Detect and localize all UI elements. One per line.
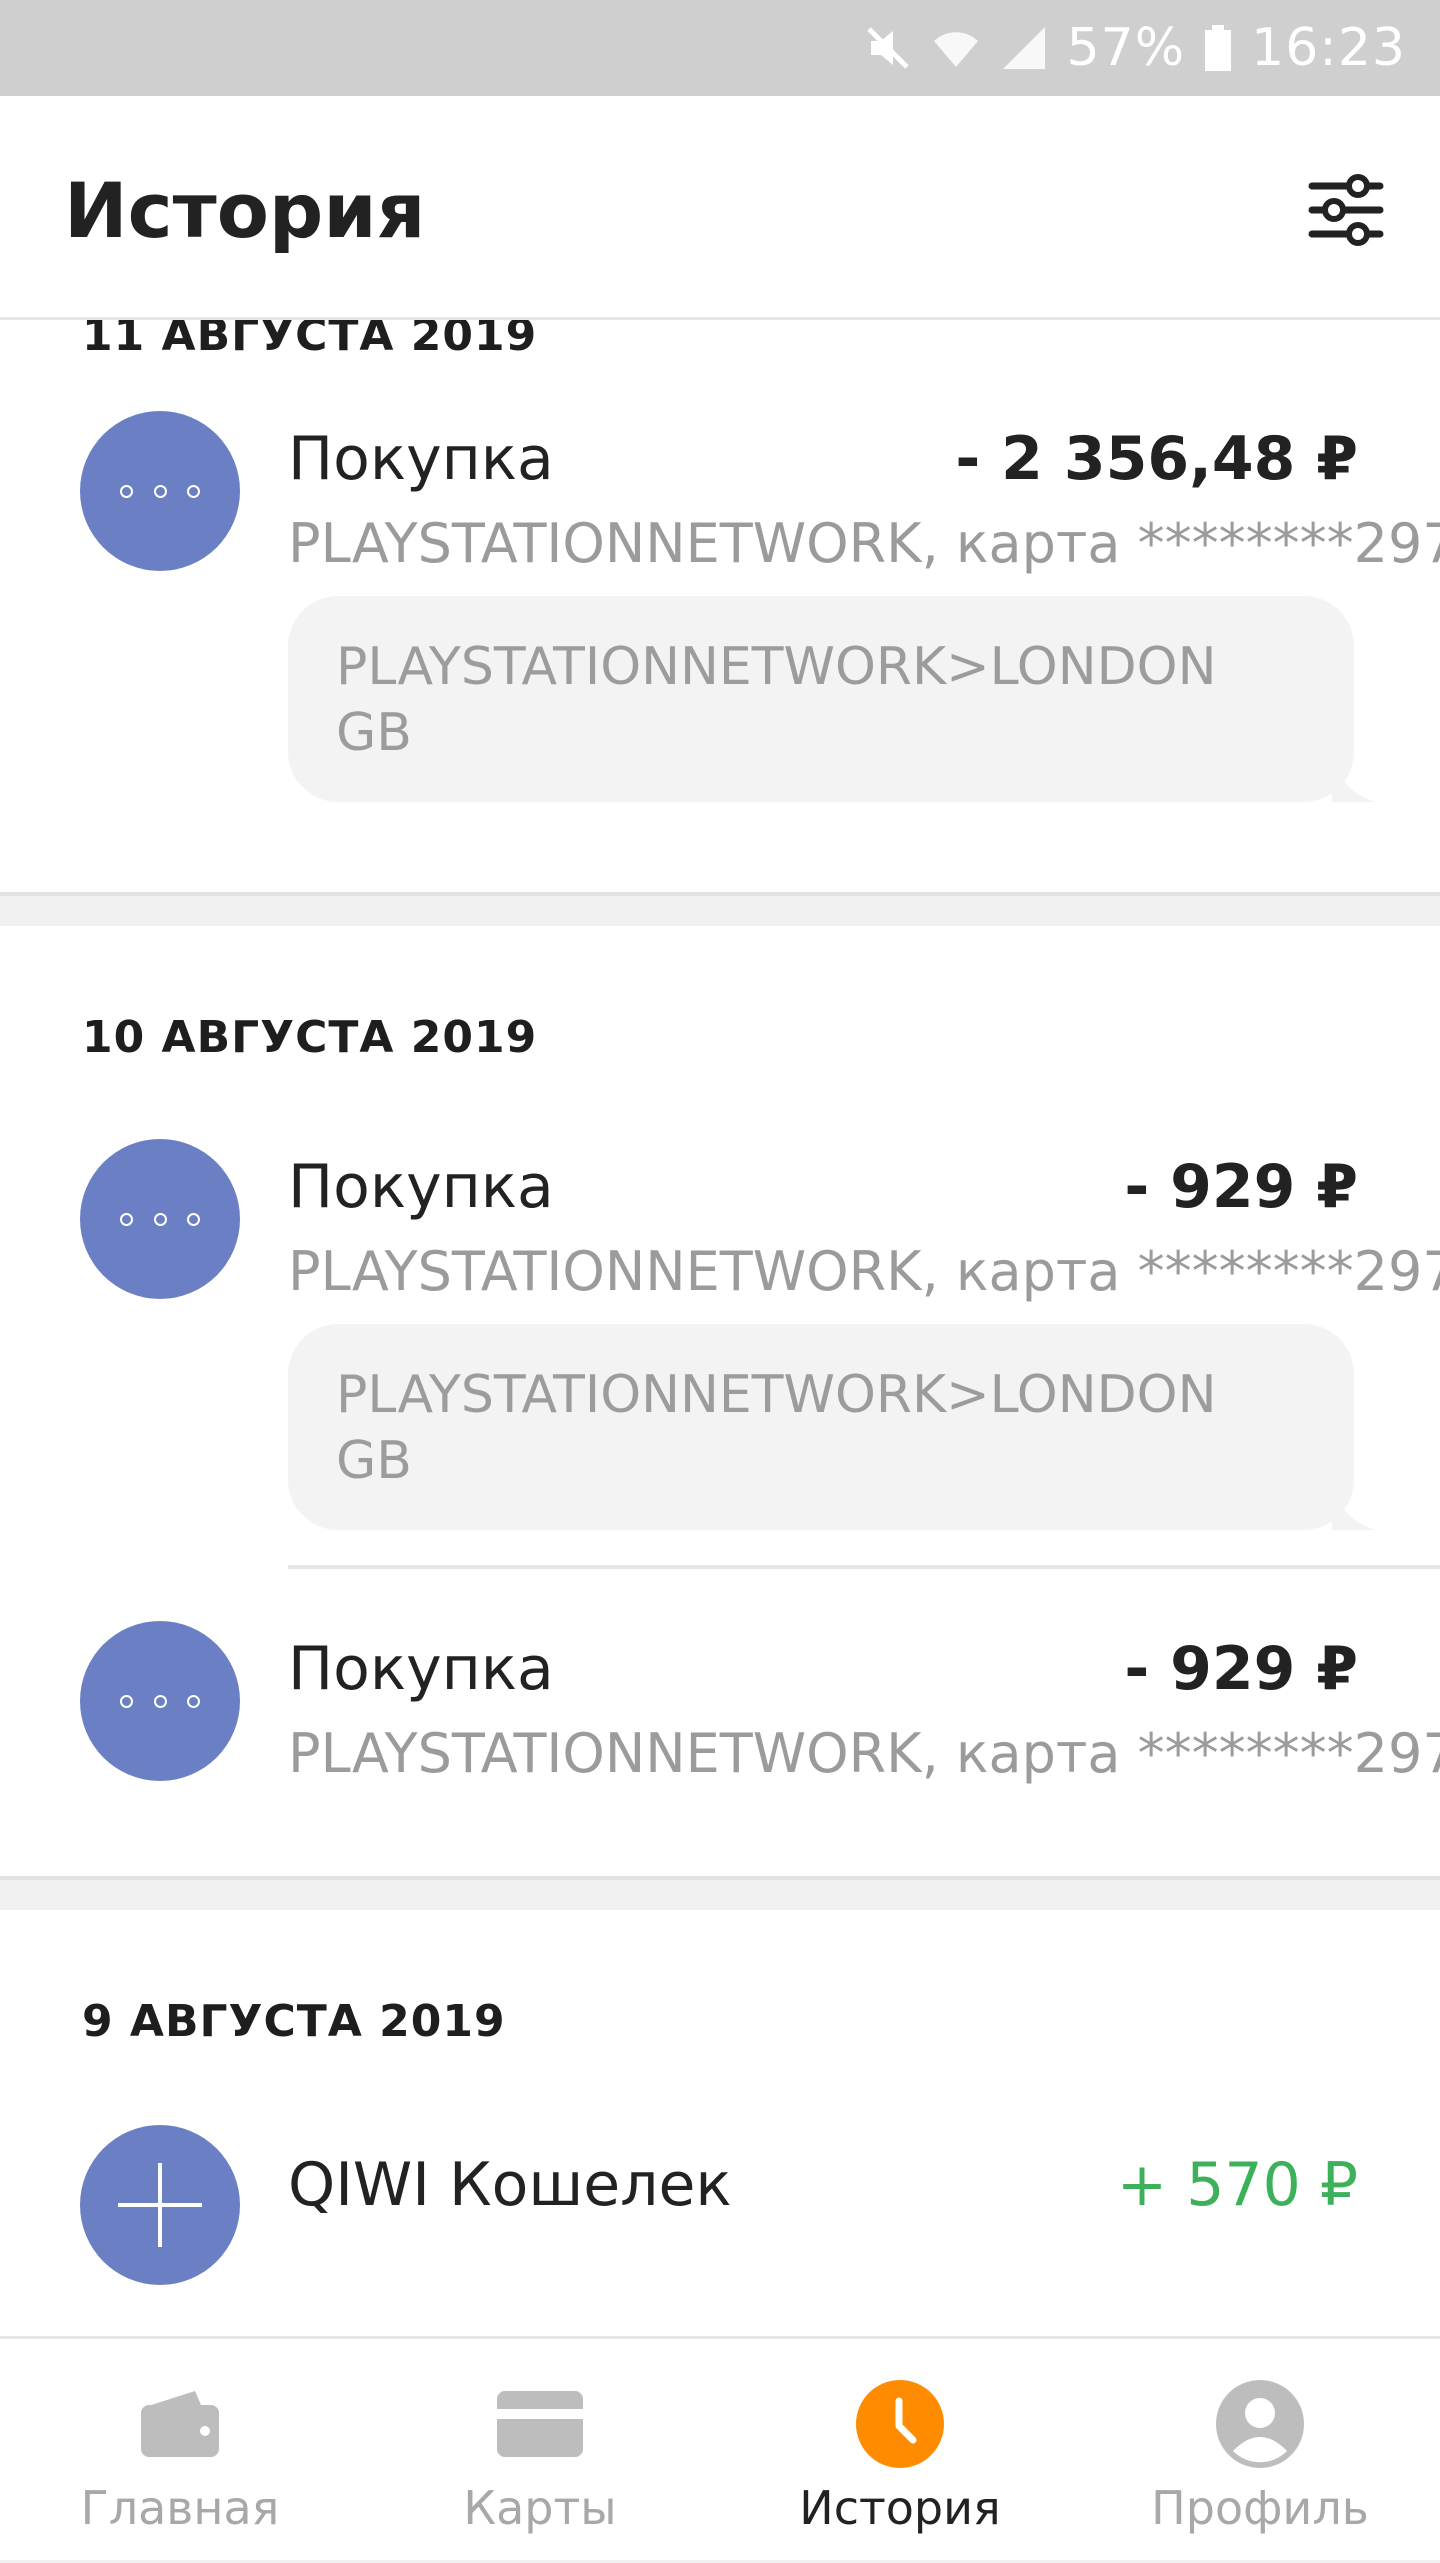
section-date: 9 АВГУСТА 2019	[82, 1996, 506, 2047]
tab-cards[interactable]: Карты	[360, 2339, 720, 2563]
transaction-item[interactable]: Покупка - 929 ₽ PLAYSTATIONNETWORK, карт…	[0, 1134, 1440, 1554]
transaction-title: QIWI Кошелек	[288, 2150, 732, 2220]
signal-icon	[1002, 27, 1045, 69]
tab-label: Главная	[80, 2481, 280, 2535]
section-date: 11 АВГУСТА 2019	[82, 320, 538, 361]
transaction-amount: + 570 ₽	[1116, 2150, 1358, 2220]
transaction-subtitle: PLAYSTATIONNETWORK, карта ********2971	[288, 1240, 1440, 1303]
transaction-item[interactable]: Покупка - 929 ₽ PLAYSTATIONNETWORK, карт…	[0, 1616, 1440, 1816]
transaction-amount: - 929 ₽	[1124, 1152, 1358, 1222]
date-section: 11 АВГУСТА 2019 Покупка - 2 356,48 ₽ PLA…	[0, 320, 1440, 896]
tab-label: История	[799, 2481, 1001, 2535]
transaction-title: Покупка	[288, 1634, 554, 1704]
transaction-avatar	[80, 1139, 240, 1299]
bubble-tail	[1332, 1486, 1376, 1530]
transaction-item[interactable]: Покупка - 2 356,48 ₽ PLAYSTATIONNETWORK,…	[0, 406, 1440, 826]
more-dots-icon	[120, 485, 200, 498]
transaction-avatar	[80, 2125, 240, 2285]
battery-percent: 57%	[1066, 18, 1186, 78]
history-list[interactable]: 11 АВГУСТА 2019 Покупка - 2 356,48 ₽ PLA…	[0, 320, 1440, 2336]
more-dots-icon	[120, 1695, 200, 1708]
transaction-comment: PLAYSTATIONNETWORK>LONDON GB	[288, 596, 1376, 802]
section-date: 10 АВГУСТА 2019	[82, 1012, 538, 1063]
transaction-subtitle: PLAYSTATIONNETWORK, карта ********2971	[288, 1722, 1440, 1785]
transaction-title: Покупка	[288, 424, 554, 494]
wifi-icon	[933, 32, 978, 67]
transaction-amount: - 2 356,48 ₽	[955, 424, 1358, 494]
clock-icon	[856, 2380, 944, 2468]
bottom-tab-bar: Главная Карты История Профиль	[0, 2336, 1440, 2560]
transaction-comment: PLAYSTATIONNETWORK>LONDON GB	[288, 1324, 1376, 1530]
mute-icon	[866, 27, 909, 69]
profile-icon	[1216, 2380, 1304, 2468]
transaction-item[interactable]: QIWI Кошелек + 570 ₽	[0, 2120, 1440, 2320]
transaction-avatar	[80, 1621, 240, 1781]
item-divider	[288, 1565, 1440, 1569]
more-dots-icon	[120, 1213, 200, 1226]
clock-time: 16:23	[1251, 18, 1406, 78]
transaction-title: Покупка	[288, 1152, 554, 1222]
tab-label: Профиль	[1151, 2481, 1369, 2535]
date-section: 10 АВГУСТА 2019 Покупка - 929 ₽ PLAYSTAT…	[0, 926, 1440, 1880]
tab-profile[interactable]: Профиль	[1080, 2339, 1440, 2563]
transaction-avatar	[80, 411, 240, 571]
app-bar: История	[0, 96, 1440, 320]
tab-history[interactable]: История	[720, 2339, 1080, 2563]
comment-text: PLAYSTATIONNETWORK>LONDON GB	[336, 1365, 1217, 1491]
battery-icon	[1205, 25, 1232, 71]
bubble-tail	[1332, 758, 1376, 802]
tab-label: Карты	[463, 2481, 617, 2535]
transaction-subtitle: PLAYSTATIONNETWORK, карта ********2971	[288, 512, 1440, 575]
card-icon	[497, 2391, 583, 2457]
comment-text: PLAYSTATIONNETWORK>LONDON GB	[336, 637, 1217, 763]
date-section: 9 АВГУСТА 2019 QIWI Кошелек + 570 ₽	[0, 1910, 1440, 2336]
wallet-icon	[141, 2391, 219, 2457]
tab-main[interactable]: Главная	[0, 2339, 360, 2563]
filter-sliders-icon[interactable]	[1306, 170, 1386, 250]
page-title: История	[64, 166, 426, 255]
transaction-amount: - 929 ₽	[1124, 1634, 1358, 1704]
status-bar: 57% 16:23	[0, 0, 1440, 96]
